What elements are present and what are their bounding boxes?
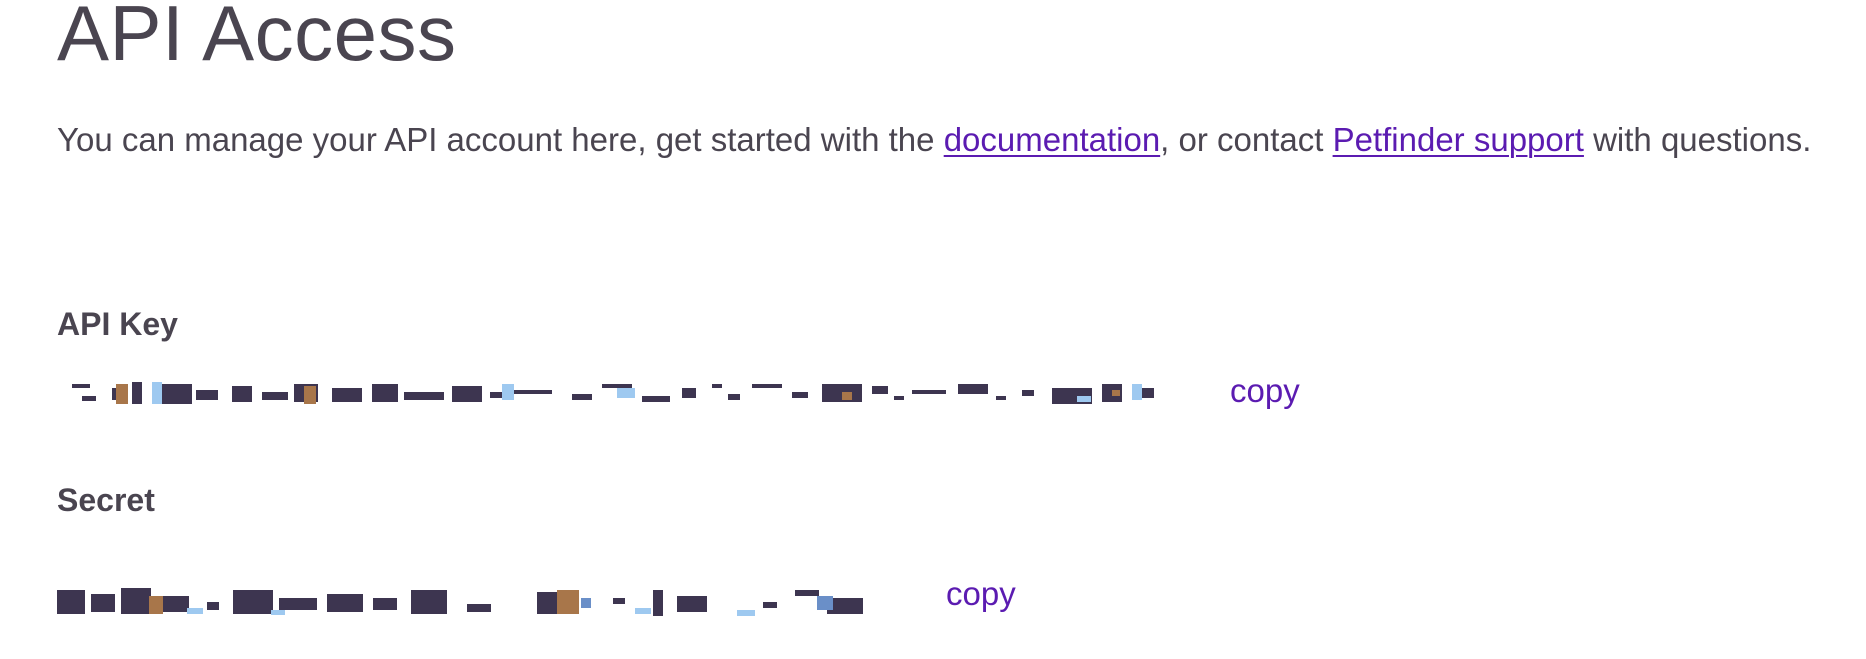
secret-value-redacted <box>57 588 863 616</box>
secret-label: Secret <box>57 482 155 518</box>
petfinder-support-link[interactable]: Petfinder support <box>1333 121 1584 158</box>
page-title: API Access <box>57 0 457 77</box>
api-key-value-redacted <box>72 382 1154 404</box>
intro-text-middle: , or contact <box>1160 121 1333 158</box>
copy-secret-button[interactable]: copy <box>946 575 1016 613</box>
api-key-label: API Key <box>57 306 178 342</box>
documentation-link[interactable]: documentation <box>944 121 1160 158</box>
copy-api-key-button[interactable]: copy <box>1230 372 1300 410</box>
intro-text-suffix: with questions. <box>1583 121 1812 158</box>
intro-text-prefix: You can manage your API account here, ge… <box>57 121 944 158</box>
intro-paragraph: You can manage your API account here, ge… <box>57 112 1857 168</box>
